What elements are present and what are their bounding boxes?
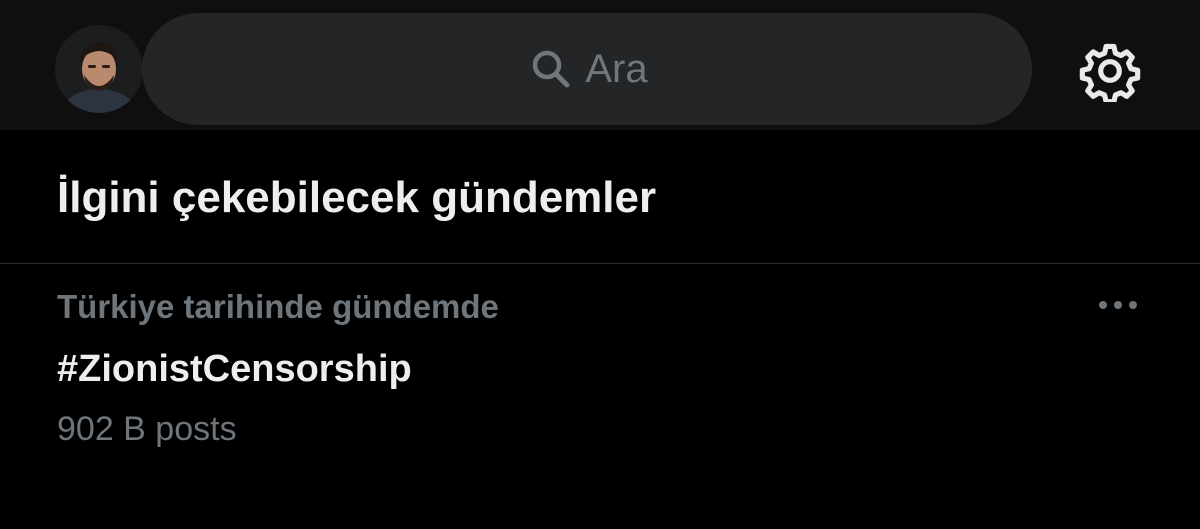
search-bar[interactable]: Ara: [142, 13, 1032, 125]
avatar[interactable]: [55, 25, 143, 113]
trend-item[interactable]: Türkiye tarihinde gündemde #ZionistCenso…: [0, 264, 1200, 464]
trend-name[interactable]: #ZionistCensorship: [57, 344, 412, 394]
section-title: İlgini çekebilecek gündemler: [57, 173, 657, 222]
trend-post-count: 902 B posts: [57, 410, 237, 448]
search-icon: [531, 49, 571, 89]
user-avatar-icon: [55, 25, 143, 113]
top-bar: Ara: [0, 0, 1200, 130]
search-placeholder: Ara: [585, 47, 648, 91]
more-options-button[interactable]: [1090, 290, 1146, 320]
trend-context: Türkiye tarihinde gündemde: [57, 288, 499, 325]
search-content: Ara: [531, 47, 648, 91]
gear-icon: [1079, 43, 1141, 102]
settings-button[interactable]: [1079, 40, 1141, 102]
more-horizontal-icon: [1099, 301, 1137, 309]
